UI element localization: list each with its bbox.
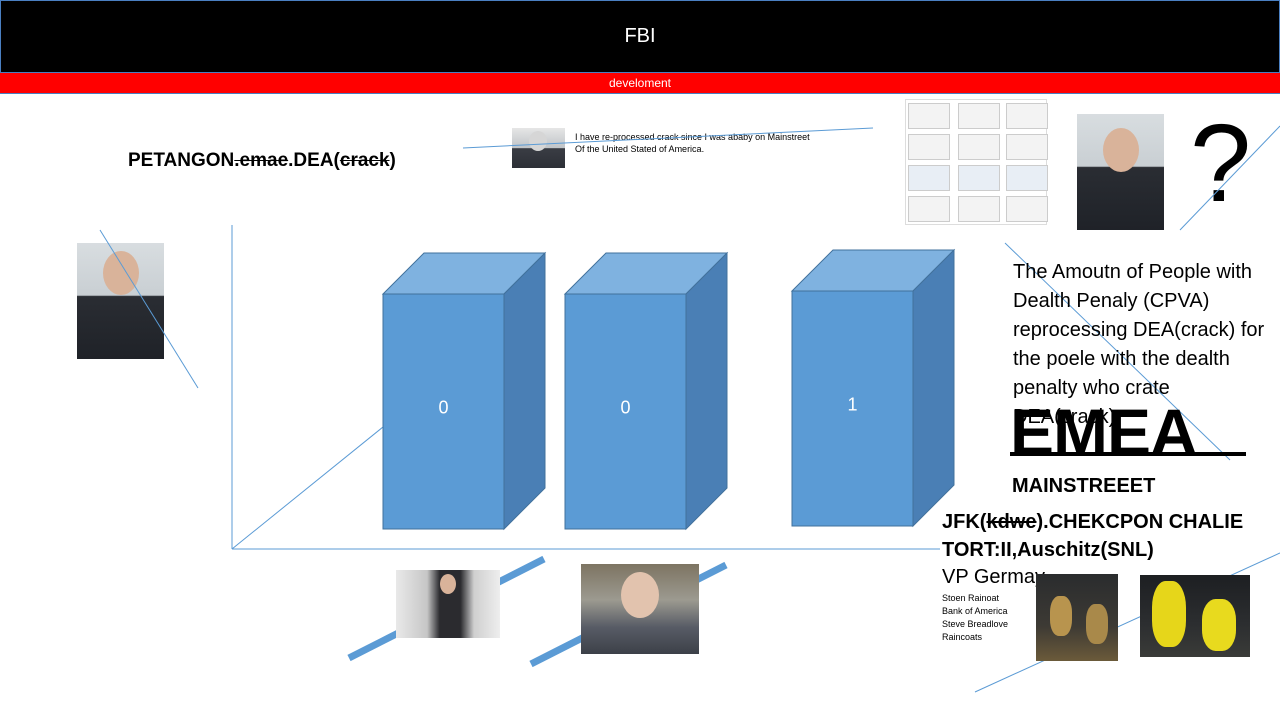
jfk-struck: kdwe <box>986 511 1037 533</box>
mustache-man-photo <box>581 564 699 654</box>
small-list-item: Bank of America <box>942 606 1008 616</box>
raincoat-photo-dark <box>1036 574 1118 661</box>
jfk-prefix: JFK( <box>942 511 987 533</box>
deco-line <box>462 127 874 149</box>
jfk-line2: TORT:II,Auschitz(SNL) <box>942 539 1154 561</box>
bar-side <box>503 251 546 531</box>
bar-side <box>685 251 728 531</box>
bar-side <box>912 248 955 528</box>
bar-data-label: 0 <box>620 398 630 418</box>
mainstreet-text: MAINSTREEET <box>1012 475 1156 497</box>
small-list-item: Raincoats <box>942 632 983 642</box>
floor-line <box>231 426 384 550</box>
vp-text: VP Germay <box>942 566 1045 588</box>
emea-strike-line <box>1010 452 1246 456</box>
suit-man-photo <box>396 570 500 638</box>
small-list-item: Stoen Rainoat <box>942 593 1000 603</box>
deco-line <box>1179 125 1280 231</box>
jfk-text: JFK(kdwe).CHEKCPON CHALIE TORT:II,Auschi… <box>942 508 1243 564</box>
deco-line <box>99 229 199 389</box>
emea-text: EMEA <box>1010 395 1198 469</box>
bar-data-label: 1 <box>847 395 857 415</box>
raincoat-photo-yellow <box>1140 575 1250 657</box>
small-list: Stoen Rainoat Bank of America Steve Brea… <box>942 592 1008 644</box>
jfk-suffix: ).CHEKCPON CHALIE <box>1036 511 1244 533</box>
bar-data-label: 0 <box>438 398 448 418</box>
small-list-item: Steve Breadlove <box>942 619 1009 629</box>
